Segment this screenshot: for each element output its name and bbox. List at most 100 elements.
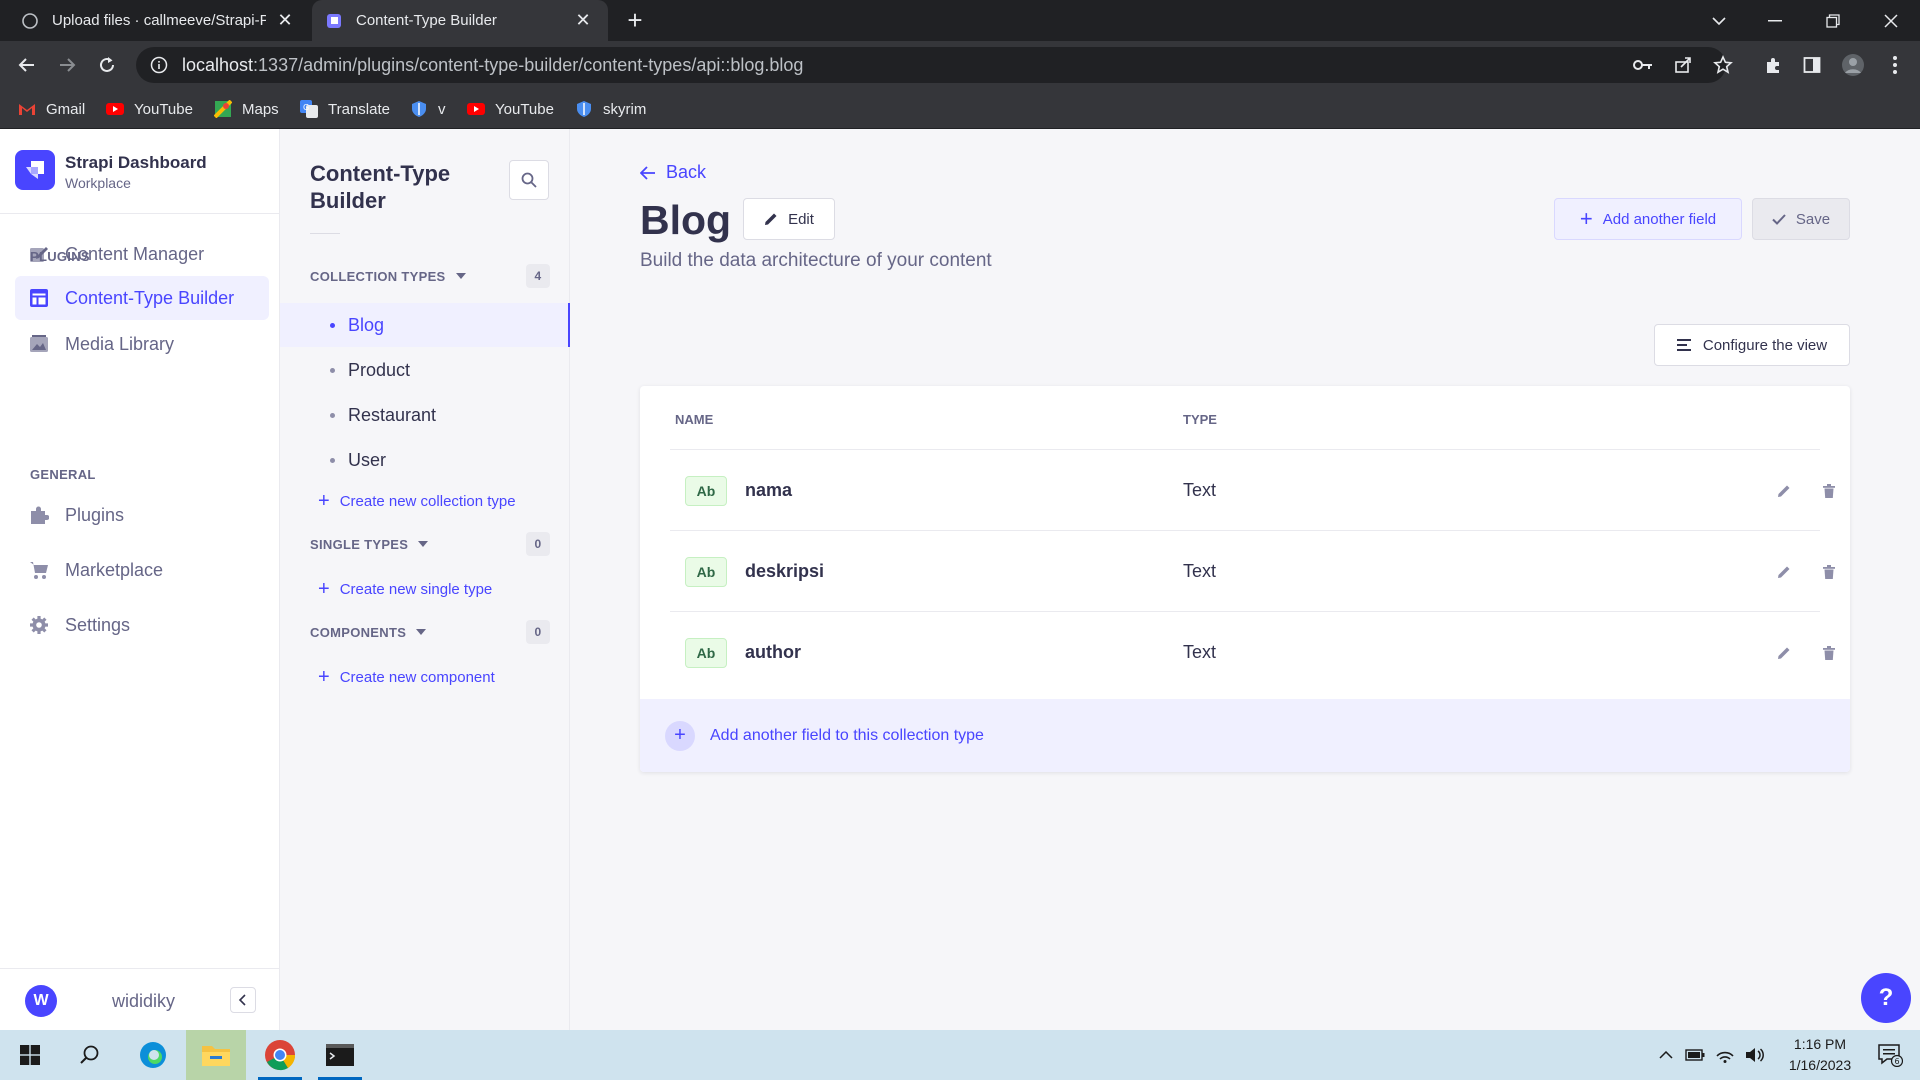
bookmark-label: v	[438, 100, 446, 118]
new-tab-button[interactable]: +	[622, 7, 648, 34]
bookmark-youtube-2[interactable]: YouTube	[467, 97, 554, 121]
taskbar-search-icon[interactable]	[62, 1030, 118, 1080]
collection-item-blog[interactable]: Blog	[280, 303, 570, 347]
avatar[interactable]: W	[25, 985, 57, 1017]
bookmark-youtube[interactable]: YouTube	[106, 97, 193, 121]
user-footer: W wididiky	[0, 968, 280, 1030]
browser-tab-content-type-builder[interactable]: Content-Type Builder ✕	[312, 0, 608, 41]
back-link[interactable]: Back	[640, 162, 706, 183]
username[interactable]: wididiky	[112, 991, 175, 1012]
subnav-search-button[interactable]	[509, 160, 549, 200]
strapi-logo-icon	[15, 150, 55, 190]
windows-start-icon[interactable]	[2, 1030, 58, 1080]
item-label: User	[348, 449, 387, 470]
notification-center-icon[interactable]: 6	[1862, 1030, 1918, 1080]
battery-icon[interactable]	[1680, 1030, 1710, 1080]
minimize-button[interactable]	[1746, 0, 1804, 41]
nav-label: Settings	[65, 614, 131, 635]
edit-button[interactable]: Edit	[743, 198, 835, 240]
volume-icon[interactable]	[1740, 1030, 1770, 1080]
bookmark-star-icon[interactable]	[1708, 50, 1738, 80]
single-types-header[interactable]: SINGLE TYPES 0	[310, 532, 550, 556]
plus-icon: +	[318, 578, 330, 600]
edge-browser-icon[interactable]	[125, 1030, 181, 1080]
brand-subtitle: Workplace	[65, 175, 131, 191]
collapse-nav-button[interactable]	[230, 987, 256, 1013]
edit-field-button[interactable]	[1772, 641, 1796, 665]
site-info-icon[interactable]	[150, 56, 168, 74]
section-label: COLLECTION TYPES	[310, 268, 446, 284]
plus-icon: +	[318, 666, 330, 688]
bookmark-maps[interactable]: Maps	[214, 97, 279, 121]
add-another-field-button[interactable]: + Add another field	[1554, 198, 1742, 240]
gear-icon	[30, 616, 48, 634]
back-nav-icon[interactable]	[12, 50, 42, 80]
file-explorer-icon[interactable]	[186, 1030, 246, 1080]
search-icon	[521, 172, 537, 188]
delete-field-button[interactable]	[1817, 560, 1841, 584]
nav-content-type-builder[interactable]: Content-Type Builder	[15, 276, 269, 320]
collection-types-header[interactable]: COLLECTION TYPES 4	[310, 264, 550, 288]
browser-tab-github[interactable]: Upload files · callmeeve/Strapi-Pr ✕	[8, 0, 310, 41]
bullet	[330, 457, 335, 463]
create-collection-type-link[interactable]: + Create new collection type	[318, 489, 516, 513]
wifi-icon[interactable]	[1710, 1030, 1740, 1080]
browser-menu-icon[interactable]	[1880, 50, 1910, 80]
bookmark-label: Gmail	[46, 100, 86, 118]
tab-title: Content-Type Builder	[356, 12, 497, 29]
youtube-icon	[106, 103, 124, 115]
side-panel-icon[interactable]	[1797, 50, 1827, 80]
reload-icon[interactable]	[92, 50, 122, 80]
collection-item-user[interactable]: User	[280, 438, 570, 482]
create-component-link[interactable]: + Create new component	[318, 665, 495, 689]
collection-item-product[interactable]: Product	[280, 348, 570, 392]
close-tab-icon[interactable]: ✕	[572, 10, 594, 32]
clock-date: 1/16/2023	[1788, 1057, 1852, 1073]
collection-item-restaurant[interactable]: Restaurant	[280, 393, 570, 437]
sub-nav: Content-Type Builder COLLECTION TYPES 4 …	[280, 129, 570, 1030]
edit-field-button[interactable]	[1772, 479, 1796, 503]
nav-marketplace[interactable]: Marketplace	[15, 548, 269, 592]
plus-icon: +	[318, 490, 330, 512]
extensions-icon[interactable]	[1758, 50, 1788, 80]
tab-search-icon[interactable]	[1690, 0, 1748, 41]
bookmark-translate[interactable]: G Translate	[300, 97, 390, 121]
nav-media-library[interactable]: Media Library	[15, 322, 269, 366]
profile-avatar-icon[interactable]	[1838, 50, 1868, 80]
restore-button[interactable]	[1804, 0, 1862, 41]
github-icon	[22, 12, 38, 29]
password-key-icon[interactable]	[1628, 50, 1658, 80]
close-window-button[interactable]	[1862, 0, 1920, 41]
item-label: Restaurant	[348, 404, 437, 425]
configure-view-button[interactable]: Configure the view	[1654, 324, 1850, 366]
delete-field-button[interactable]	[1817, 641, 1841, 665]
edit-field-button[interactable]	[1772, 560, 1796, 584]
chrome-taskbar-icon[interactable]	[250, 1030, 310, 1080]
close-tab-icon[interactable]: ✕	[274, 10, 296, 32]
delete-field-button[interactable]	[1817, 479, 1841, 503]
nav-settings[interactable]: Settings	[15, 603, 269, 647]
terminal-taskbar-icon[interactable]	[310, 1030, 370, 1080]
bookmark-skyrim[interactable]: skyrim	[575, 97, 646, 121]
plus-icon: +	[1579, 206, 1593, 231]
add-field-to-collection-button[interactable]: + Add another field to this collection t…	[640, 699, 1850, 772]
bookmark-label: Translate	[328, 100, 390, 118]
chevron-up-icon[interactable]	[1652, 1030, 1680, 1080]
help-button[interactable]: ?	[1861, 973, 1911, 1023]
save-button[interactable]: Save	[1752, 198, 1850, 240]
taskbar-clock[interactable]: 1:16 PM 1/16/2023	[1770, 1034, 1870, 1076]
bookmark-gmail[interactable]: Gmail	[18, 97, 85, 121]
nav-plugins[interactable]: Plugins	[15, 493, 269, 537]
notification-count: 6	[1894, 1057, 1899, 1066]
address-bar[interactable]: localhost:1337/admin/plugins/content-typ…	[136, 47, 1726, 83]
create-single-type-link[interactable]: + Create new single type	[318, 577, 492, 601]
bookmark-v[interactable]: v	[410, 97, 446, 121]
caret-down-icon	[455, 273, 466, 279]
brand-header: Strapi Dashboard Workplace	[0, 129, 280, 214]
components-header[interactable]: COMPONENTS 0	[310, 620, 550, 644]
image-icon	[30, 335, 48, 352]
forward-nav-icon[interactable]	[52, 50, 82, 80]
pencil-icon	[765, 213, 777, 225]
share-icon[interactable]	[1668, 50, 1698, 80]
browser-toolbar: localhost:1337/admin/plugins/content-typ…	[0, 41, 1920, 89]
